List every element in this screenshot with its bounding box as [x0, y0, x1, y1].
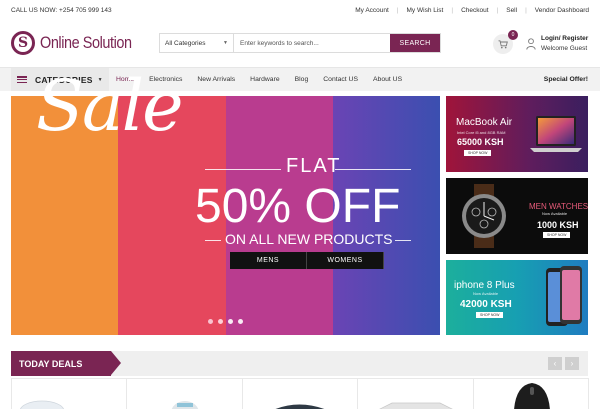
product-image — [275, 404, 324, 409]
shop-now-button[interactable]: SHOP NOW — [476, 312, 504, 318]
account-area[interactable]: Login/ Register Welcome Guest — [526, 34, 588, 54]
product-card[interactable] — [472, 378, 590, 409]
product-image — [379, 402, 454, 409]
today-deals-bar: TODAY DEALS ‹ › — [11, 351, 588, 376]
logo[interactable]: S Online Solution — [11, 31, 148, 55]
product-image — [20, 400, 64, 409]
sale-word: Sale — [36, 65, 184, 147]
product-image — [172, 401, 199, 409]
menu-icon — [17, 76, 27, 83]
banner-macbook[interactable]: MacBook Air Intel Core i5 and 8GB RAM 65… — [446, 96, 588, 172]
banner-subtitle: Now Available — [473, 291, 499, 296]
product-card[interactable] — [241, 378, 359, 409]
banner-title: MEN WATCHES — [529, 202, 588, 211]
top-bar: CALL US NOW: +254 705 999 143 My Account… — [0, 0, 600, 20]
nav-blog[interactable]: Blog — [295, 76, 309, 83]
search-category-select[interactable]: All Categories ▼ — [160, 34, 234, 52]
watch-image — [462, 184, 506, 248]
product-card[interactable] — [126, 378, 243, 409]
prev-arrow-button[interactable]: ‹ — [548, 357, 562, 370]
slider-dot[interactable] — [218, 319, 223, 324]
login-register-link[interactable]: Login/ Register — [541, 34, 588, 44]
cart-count-badge: 0 — [508, 30, 518, 40]
search-button[interactable]: SEARCH — [390, 34, 440, 52]
wish-list-link[interactable]: My Wish List — [399, 7, 452, 14]
banner-price: 1000 KSH — [537, 220, 579, 230]
next-arrow-button[interactable]: › — [565, 357, 579, 370]
banner-watches[interactable]: MEN WATCHES Now Available 1000 KSH SHOP … — [446, 178, 588, 254]
mens-button[interactable]: MENS — [230, 252, 307, 269]
my-account-link[interactable]: My Account — [347, 7, 397, 14]
phone-number: CALL US NOW: +254 705 999 143 — [11, 6, 112, 14]
nav-new-arrivals[interactable]: New Arrivals — [197, 76, 235, 83]
header: S Online Solution All Categories ▼ Enter… — [0, 22, 600, 66]
slider-dots — [208, 319, 248, 324]
special-offer-link[interactable]: Special Offer! — [544, 68, 588, 91]
top-links: My Account | My Wish List | Checkout | Sell… — [347, 7, 589, 14]
search-input[interactable]: Enter keywords to search... — [234, 34, 390, 52]
banner-price: 65000 KSH — [457, 137, 504, 147]
flat-text: FLAT — [286, 155, 342, 177]
welcome-text: Welcome Guest — [541, 45, 588, 52]
hero-buttons: MENS WOMENS — [230, 252, 384, 269]
phone-image — [546, 266, 582, 326]
chevron-down-icon: ▼ — [223, 40, 228, 46]
shop-now-button[interactable]: SHOP NOW — [543, 232, 571, 238]
hero-rule — [395, 240, 411, 241]
logo-text: Online Solution — [40, 33, 132, 52]
hero-rule — [335, 169, 411, 170]
search-bar: All Categories ▼ Enter keywords to searc… — [159, 33, 441, 53]
banner-subtitle: Now Available — [542, 211, 568, 216]
sell-link[interactable]: Sell — [498, 7, 525, 14]
logo-mark-icon: S — [11, 31, 35, 55]
nav-hardware[interactable]: Hardware — [250, 76, 279, 83]
banner-title: MacBook Air — [456, 117, 513, 128]
slider-dot[interactable] — [208, 319, 213, 324]
banner-iphone[interactable]: iphone 8 Plus Now Available 42000 KSH SH… — [446, 260, 588, 335]
hero-rule — [205, 169, 281, 170]
deals-products — [11, 378, 590, 409]
vendor-dashboard-link[interactable]: Vendor Dashboard — [527, 7, 589, 14]
product-image — [513, 383, 550, 409]
today-deals-title: TODAY DEALS — [11, 351, 121, 376]
shop-now-button[interactable]: SHOP NOW — [464, 150, 492, 156]
checkout-link[interactable]: Checkout — [453, 7, 496, 14]
nav-contact-us[interactable]: Contact US — [323, 76, 358, 83]
banner-subtitle: Intel Core i5 and 8GB RAM — [457, 130, 506, 135]
banner-title: iphone 8 Plus — [454, 280, 515, 291]
womens-button[interactable]: WOMENS — [307, 252, 384, 269]
discount-text: 50% OFF — [195, 180, 401, 233]
cart-button[interactable]: 0 — [493, 30, 518, 54]
laptop-image — [530, 116, 582, 152]
product-card[interactable] — [11, 378, 128, 409]
hero-rule — [205, 240, 221, 241]
product-card[interactable] — [357, 378, 474, 409]
user-icon — [526, 38, 536, 50]
banner-price: 42000 KSH — [460, 299, 512, 310]
slider-dot[interactable] — [228, 319, 233, 324]
nav-about-us[interactable]: About US — [373, 76, 402, 83]
slider-dot[interactable] — [238, 319, 243, 324]
cart-icon — [498, 39, 508, 48]
products-subline: ON ALL NEW PRODUCTS — [225, 231, 393, 247]
